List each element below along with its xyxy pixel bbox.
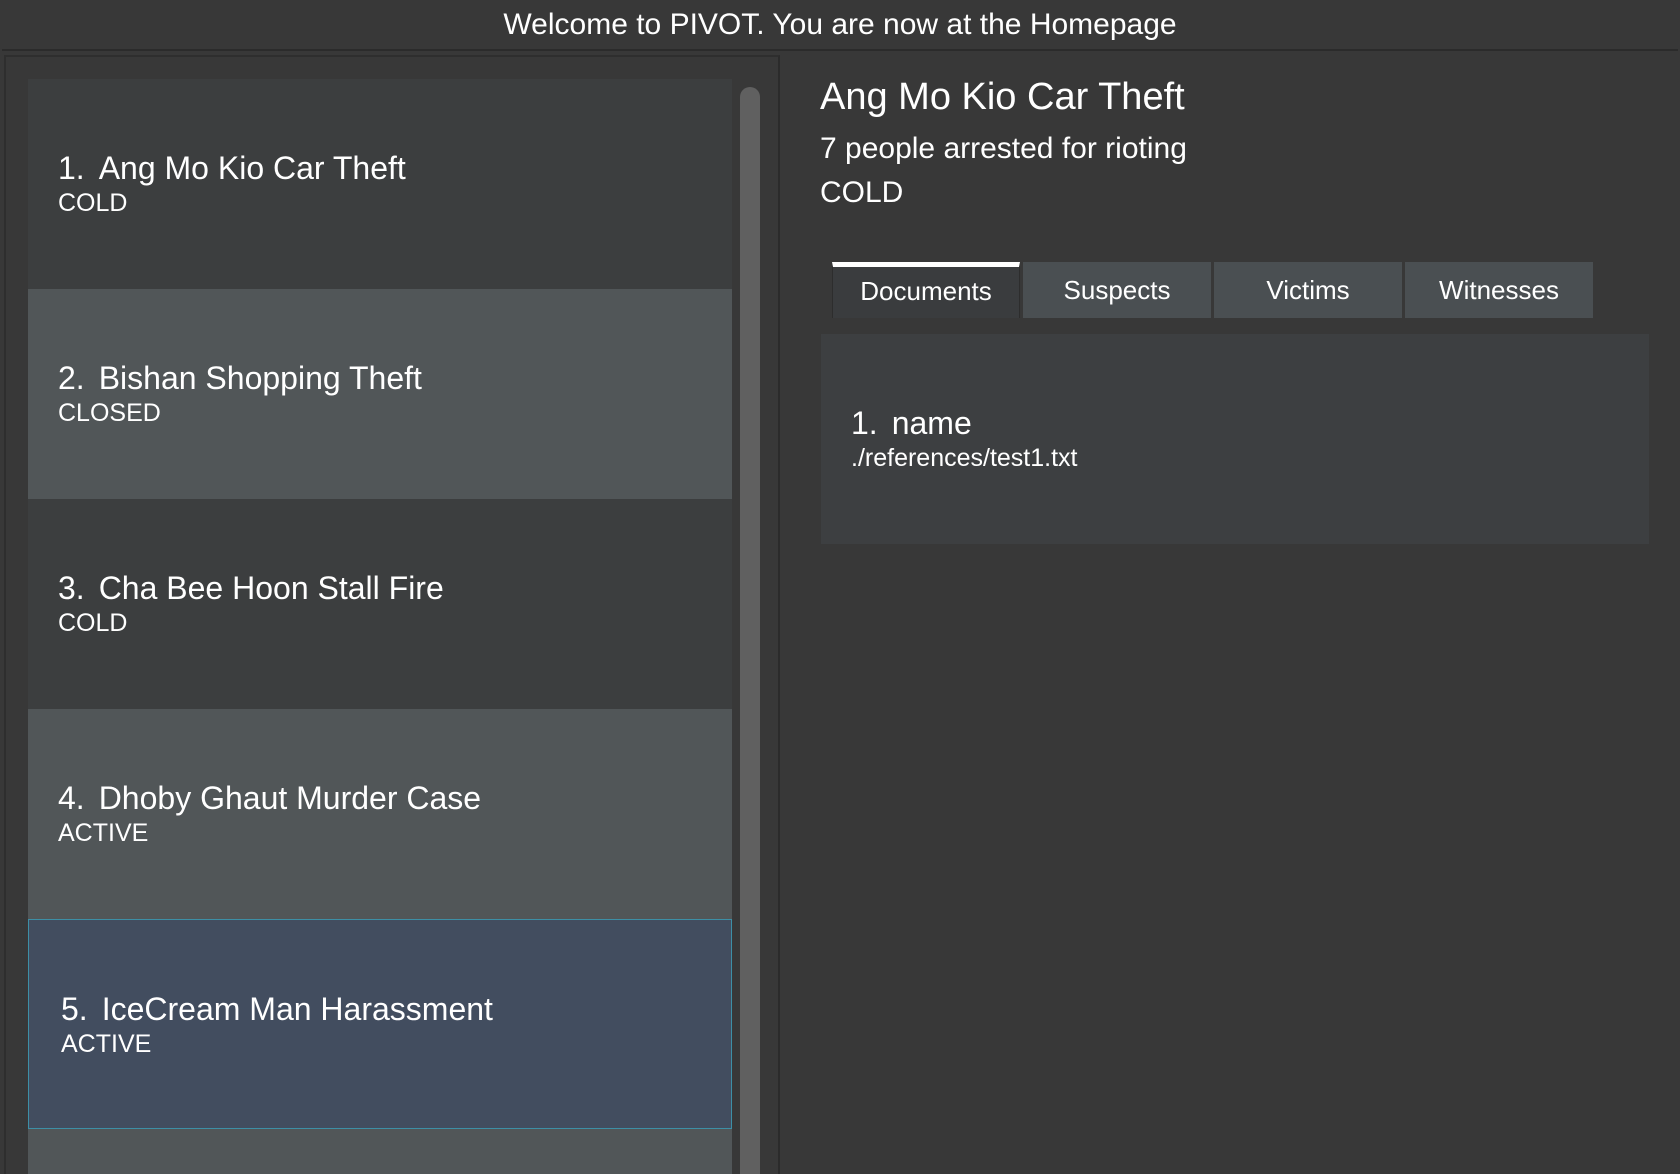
status-message: Welcome to PIVOT. You are now at the Hom… (503, 7, 1177, 41)
document-index: 1. (851, 405, 878, 441)
case-title: 3. Cha Bee Hoon Stall Fire (58, 569, 732, 607)
pivot-app-window: Welcome to PIVOT. You are now at the Hom… (0, 0, 1680, 1174)
case-index: 4. (58, 780, 85, 816)
case-title: 4. Dhoby Ghaut Murder Case (58, 779, 732, 817)
status-bar: Welcome to PIVOT. You are now at the Hom… (2, 0, 1678, 51)
tab-witnesses[interactable]: Witnesses (1405, 262, 1593, 318)
document-path: ./references/test1.txt (851, 444, 1078, 472)
case-list-item[interactable]: 1. Ang Mo Kio Car Theft COLD (28, 79, 732, 289)
case-detail-status: COLD (820, 176, 904, 209)
case-name: Cha Bee Hoon Stall Fire (98, 570, 444, 606)
case-status: CLOSED (58, 399, 161, 427)
case-name: Ang Mo Kio Car Theft (98, 150, 406, 186)
case-name: Dhoby Ghaut Murder Case (98, 780, 482, 816)
case-index: 3. (58, 570, 85, 606)
case-list-panel: 1. Ang Mo Kio Car Theft COLD 2. Bishan Sho… (4, 55, 780, 1174)
case-name: IceCream Man Harassment (101, 991, 493, 1027)
tab-documents[interactable]: Documents (832, 262, 1020, 318)
tab-suspects[interactable]: Suspects (1023, 262, 1211, 318)
case-index: 5. (61, 991, 88, 1027)
case-index: 2. (58, 360, 85, 396)
scrollbar-thumb[interactable] (740, 87, 760, 1174)
case-detail-description: 7 people arrested for rioting (820, 132, 1187, 165)
case-list-item[interactable]: 3. Cha Bee Hoon Stall Fire COLD (28, 499, 732, 709)
document-list-item[interactable]: 1. name ./references/test1.txt (821, 334, 1649, 544)
case-title: 1. Ang Mo Kio Car Theft (58, 149, 732, 187)
document-name: name (891, 405, 972, 441)
document-name-line: 1. name (851, 404, 1649, 442)
case-list-item[interactable]: 4. Dhoby Ghaut Murder Case ACTIVE (28, 709, 732, 919)
case-title: 2. Bishan Shopping Theft (58, 359, 732, 397)
tab-victims[interactable]: Victims (1214, 262, 1402, 318)
case-list-item[interactable]: 2. Bishan Shopping Theft CLOSED (28, 289, 732, 499)
case-status: ACTIVE (58, 819, 149, 847)
case-status: COLD (58, 609, 128, 637)
case-list-item-partial[interactable] (28, 1129, 732, 1174)
case-index: 1. (58, 150, 85, 186)
case-list-scrollbar[interactable] (740, 87, 760, 1174)
case-title: 5. IceCream Man Harassment (61, 990, 731, 1028)
case-detail-title: Ang Mo Kio Car Theft (820, 76, 1185, 118)
case-detail-panel: Ang Mo Kio Car Theft 7 people arrested f… (782, 52, 1680, 1174)
case-list-item-selected[interactable]: 5. IceCream Man Harassment ACTIVE (28, 919, 732, 1129)
case-status: COLD (58, 189, 128, 217)
case-list: 1. Ang Mo Kio Car Theft COLD 2. Bishan Sho… (28, 79, 732, 1174)
case-detail-tabs: Documents Suspects Victims Witnesses (832, 262, 1596, 318)
case-name: Bishan Shopping Theft (98, 360, 422, 396)
case-status: ACTIVE (61, 1030, 152, 1058)
